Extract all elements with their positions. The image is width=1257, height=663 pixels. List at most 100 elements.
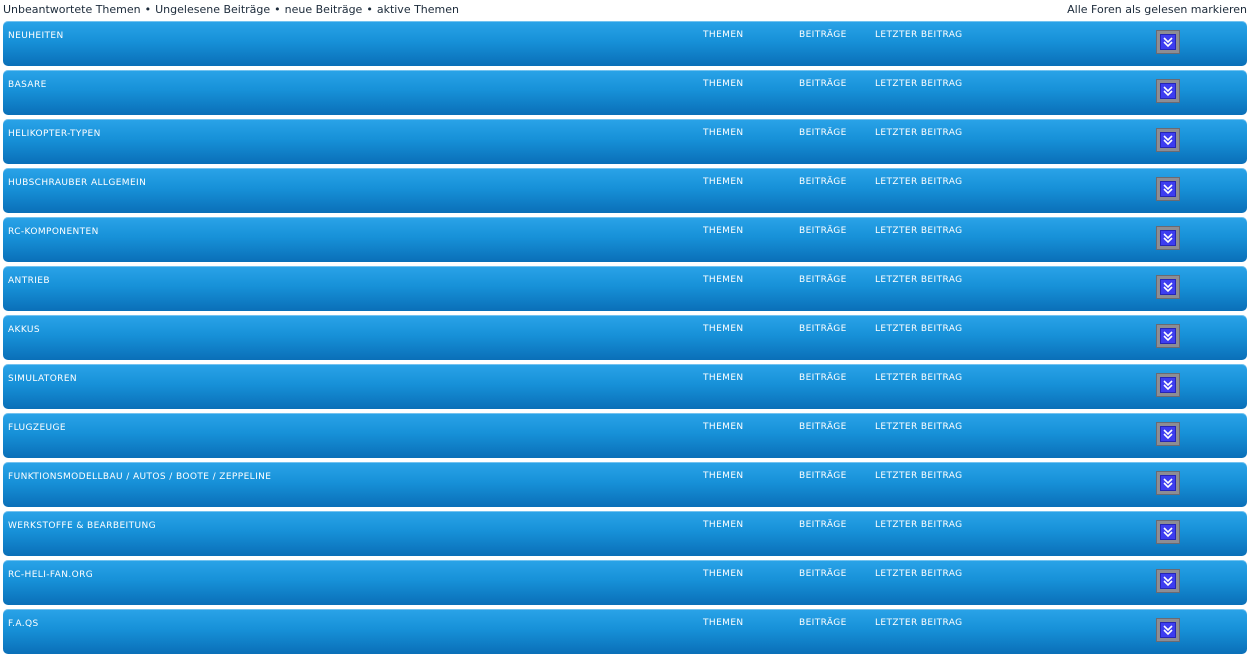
column-header-themen: THEMEN — [703, 422, 744, 432]
double-chevron-down-icon — [1160, 622, 1176, 638]
column-header-themen: THEMEN — [703, 79, 744, 89]
column-header-letzter-beitrag: LETZTER BEITRAG — [875, 373, 963, 383]
collapse-toggle-button[interactable] — [1156, 275, 1180, 299]
separator: • — [274, 3, 281, 16]
collapse-toggle-button[interactable] — [1156, 226, 1180, 250]
forum-category-title[interactable]: HELIKOPTER-TYPEN — [8, 129, 101, 139]
active-topics-link[interactable]: aktive Themen — [377, 3, 459, 16]
forum-category-title[interactable]: F.A.QS — [8, 619, 39, 629]
column-header-beitraege: BEITRÄGE — [799, 471, 847, 481]
column-header-beitraege: BEITRÄGE — [799, 79, 847, 89]
column-header-beitraege: BEITRÄGE — [799, 520, 847, 530]
forum-category-row: FUNKTIONSMODELLBAU / AUTOS / BOOTE / ZEP… — [3, 462, 1247, 507]
column-header-themen: THEMEN — [703, 226, 744, 236]
double-chevron-down-icon — [1160, 132, 1176, 148]
column-header-themen: THEMEN — [703, 30, 744, 40]
forum-category-title[interactable]: RC-HELI-FAN.ORG — [8, 570, 93, 580]
double-chevron-down-icon — [1160, 475, 1176, 491]
collapse-toggle-button[interactable] — [1156, 422, 1180, 446]
separator: • — [366, 3, 373, 16]
column-header-themen: THEMEN — [703, 324, 744, 334]
collapse-toggle-button[interactable] — [1156, 128, 1180, 152]
column-header-beitraege: BEITRÄGE — [799, 30, 847, 40]
collapse-toggle-button[interactable] — [1156, 373, 1180, 397]
column-header-letzter-beitrag: LETZTER BEITRAG — [875, 128, 963, 138]
forum-category-title[interactable]: FUNKTIONSMODELLBAU / AUTOS / BOOTE / ZEP… — [8, 472, 271, 482]
forum-category-title[interactable]: AKKUS — [8, 325, 40, 335]
double-chevron-down-icon — [1160, 573, 1176, 589]
column-header-beitraege: BEITRÄGE — [799, 177, 847, 187]
forum-category-title[interactable]: HUBSCHRAUBER ALLGEMEIN — [8, 178, 146, 188]
quick-links-bar: Unbeantwortete Themen • Ungelesene Beiträg… — [3, 3, 1247, 17]
unanswered-topics-link[interactable]: Unbeantwortete Themen — [3, 3, 141, 16]
forum-category-row: ANTRIEB THEMEN BEITRÄGE LETZTER BEITRAG — [3, 266, 1247, 311]
forum-category-title[interactable]: SIMULATOREN — [8, 374, 77, 384]
column-header-letzter-beitrag: LETZTER BEITRAG — [875, 618, 963, 628]
collapse-toggle-button[interactable] — [1156, 79, 1180, 103]
column-header-letzter-beitrag: LETZTER BEITRAG — [875, 520, 963, 530]
collapse-toggle-button[interactable] — [1156, 569, 1180, 593]
collapse-toggle-button[interactable] — [1156, 177, 1180, 201]
column-header-beitraege: BEITRÄGE — [799, 422, 847, 432]
column-header-beitraege: BEITRÄGE — [799, 569, 847, 579]
mark-all-read-link[interactable]: Alle Foren als gelesen markieren — [1067, 3, 1247, 16]
separator: • — [144, 3, 152, 16]
column-header-beitraege: BEITRÄGE — [799, 226, 847, 236]
column-header-beitraege: BEITRÄGE — [799, 275, 847, 285]
column-header-letzter-beitrag: LETZTER BEITRAG — [875, 422, 963, 432]
double-chevron-down-icon — [1160, 377, 1176, 393]
column-header-letzter-beitrag: LETZTER BEITRAG — [875, 569, 963, 579]
double-chevron-down-icon — [1160, 279, 1176, 295]
collapse-toggle-button[interactable] — [1156, 30, 1180, 54]
double-chevron-down-icon — [1160, 83, 1176, 99]
collapse-toggle-button[interactable] — [1156, 324, 1180, 348]
forum-category-title[interactable]: RC-KOMPONENTEN — [8, 227, 99, 237]
forum-category-row: HELIKOPTER-TYPEN THEMEN BEITRÄGE LETZTER… — [3, 119, 1247, 164]
double-chevron-down-icon — [1160, 181, 1176, 197]
column-header-letzter-beitrag: LETZTER BEITRAG — [875, 324, 963, 334]
column-header-letzter-beitrag: LETZTER BEITRAG — [875, 177, 963, 187]
column-header-themen: THEMEN — [703, 128, 744, 138]
forum-category-row: F.A.QS THEMEN BEITRÄGE LETZTER BEITRAG — [3, 609, 1247, 654]
double-chevron-down-icon — [1160, 328, 1176, 344]
forum-category-row: FLUGZEUGE THEMEN BEITRÄGE LETZTER BEITRA… — [3, 413, 1247, 458]
forum-category-row: NEUHEITEN THEMEN BEITRÄGE LETZTER BEITRA… — [3, 21, 1247, 66]
forum-category-row: HUBSCHRAUBER ALLGEMEIN THEMEN BEITRÄGE L… — [3, 168, 1247, 213]
column-header-themen: THEMEN — [703, 275, 744, 285]
column-header-letzter-beitrag: LETZTER BEITRAG — [875, 30, 963, 40]
column-header-themen: THEMEN — [703, 177, 744, 187]
column-header-themen: THEMEN — [703, 520, 744, 530]
double-chevron-down-icon — [1160, 426, 1176, 442]
new-posts-link[interactable]: neue Beiträge — [285, 3, 363, 16]
collapse-toggle-button[interactable] — [1156, 618, 1180, 642]
forum-category-title[interactable]: FLUGZEUGE — [8, 423, 66, 433]
column-header-beitraege: BEITRÄGE — [799, 324, 847, 334]
double-chevron-down-icon — [1160, 230, 1176, 246]
collapse-toggle-button[interactable] — [1156, 520, 1180, 544]
forum-category-title[interactable]: ANTRIEB — [8, 276, 50, 286]
forum-category-title[interactable]: NEUHEITEN — [8, 31, 64, 41]
forum-category-row: BASARE THEMEN BEITRÄGE LETZTER BEITRAG — [3, 70, 1247, 115]
forum-category-row: RC-KOMPONENTEN THEMEN BEITRÄGE LETZTER B… — [3, 217, 1247, 262]
collapse-toggle-button[interactable] — [1156, 471, 1180, 495]
forum-category-row: SIMULATOREN THEMEN BEITRÄGE LETZTER BEIT… — [3, 364, 1247, 409]
double-chevron-down-icon — [1160, 524, 1176, 540]
forum-category-title[interactable]: BASARE — [8, 80, 47, 90]
column-header-beitraege: BEITRÄGE — [799, 128, 847, 138]
unread-posts-link[interactable]: Ungelesene Beiträge — [155, 3, 270, 16]
column-header-letzter-beitrag: LETZTER BEITRAG — [875, 226, 963, 236]
column-header-letzter-beitrag: LETZTER BEITRAG — [875, 79, 963, 89]
double-chevron-down-icon — [1160, 34, 1176, 50]
column-header-themen: THEMEN — [703, 373, 744, 383]
forum-category-list: NEUHEITEN THEMEN BEITRÄGE LETZTER BEITRA… — [3, 21, 1247, 658]
column-header-beitraege: BEITRÄGE — [799, 618, 847, 628]
forum-category-title[interactable]: WERKSTOFFE & BEARBEITUNG — [8, 521, 156, 531]
column-header-themen: THEMEN — [703, 471, 744, 481]
forum-category-row: WERKSTOFFE & BEARBEITUNG THEMEN BEITRÄGE… — [3, 511, 1247, 556]
column-header-themen: THEMEN — [703, 618, 744, 628]
column-header-letzter-beitrag: LETZTER BEITRAG — [875, 471, 963, 481]
forum-category-row: RC-HELI-FAN.ORG THEMEN BEITRÄGE LETZTER … — [3, 560, 1247, 605]
column-header-letzter-beitrag: LETZTER BEITRAG — [875, 275, 963, 285]
column-header-beitraege: BEITRÄGE — [799, 373, 847, 383]
column-header-themen: THEMEN — [703, 569, 744, 579]
